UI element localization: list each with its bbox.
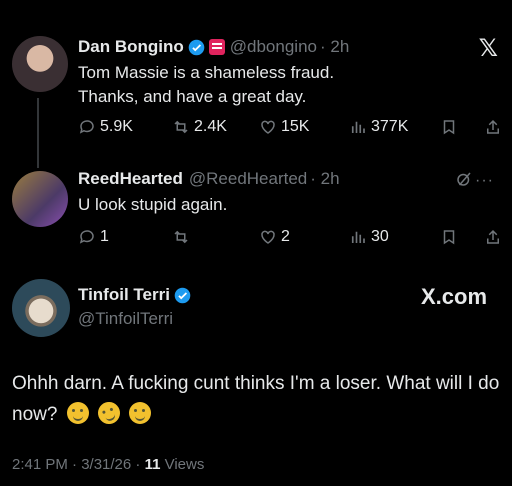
views-button[interactable]: 30: [349, 228, 389, 246]
tweet3-header: Tinfoil Terri: [78, 285, 191, 305]
tweet3-timestamp[interactable]: 2:41 PM · 3/31/26 ·: [12, 456, 140, 473]
tweet1-line2: Thanks, and have a great day.: [78, 87, 307, 106]
joy-emoji-icon: [129, 402, 152, 424]
thread-line: [37, 98, 39, 168]
tweet2-body: U look stupid again.: [78, 195, 228, 214]
tweet3-handle-row: @TinfoilTerri: [78, 309, 173, 329]
repost-button[interactable]: [172, 228, 190, 246]
tweet1-author-name[interactable]: Dan Bongino: [78, 37, 184, 57]
repost-icon: [174, 120, 188, 134]
repost-icon: [174, 230, 188, 244]
like-count: 2: [281, 228, 290, 245]
avatar-tinfoil-terri[interactable]: [12, 279, 70, 337]
xcom-watermark: X.com: [421, 284, 488, 309]
bookmark-icon: [443, 120, 455, 135]
more-options-icon[interactable]: ···: [475, 172, 494, 190]
reply-icon: [79, 120, 94, 134]
views-button[interactable]: 377K: [349, 118, 408, 136]
government-badge-icon: [208, 39, 225, 55]
tweet3-views-count: 11: [144, 456, 161, 473]
tweet2-header: ReedHearted @ReedHearted · 2h: [78, 169, 340, 189]
like-button[interactable]: 15K: [259, 118, 309, 136]
views-icon: [351, 121, 365, 133]
views-count: 377K: [371, 118, 409, 135]
avatar-dan-bongino[interactable]: [12, 36, 68, 92]
reply-count: 5.9K: [100, 118, 133, 135]
tweet2-author-name[interactable]: ReedHearted: [78, 169, 183, 189]
reply-count: 1: [100, 228, 109, 245]
views-count: 30: [371, 228, 389, 245]
tweet3-body: Ohhh darn. A fucking cunt thinks I'm a l…: [12, 368, 502, 430]
share-button[interactable]: [484, 118, 502, 136]
verified-badge-icon: [188, 39, 205, 55]
avatar-reedhearted[interactable]: [12, 171, 68, 227]
tweet3-author-name[interactable]: Tinfoil Terri: [78, 285, 170, 305]
tweet2-time[interactable]: · 2h: [310, 169, 339, 189]
tweet1-time[interactable]: · 2h: [320, 37, 349, 57]
grok-icon[interactable]: [455, 170, 473, 188]
tweet3-views-label: Views: [164, 456, 205, 473]
bookmark-button[interactable]: [440, 118, 458, 136]
tweet3-handle[interactable]: @TinfoilTerri: [78, 309, 173, 329]
repost-button[interactable]: 2.4K: [172, 118, 227, 136]
tweet3-meta: 2:41 PM · 3/31/26 · 11 Views: [12, 456, 204, 473]
reply-button[interactable]: 1: [78, 228, 109, 246]
x-logo-icon[interactable]: 𝕏: [479, 34, 498, 63]
heart-icon: [261, 120, 275, 134]
share-icon: [487, 119, 499, 134]
tweet2-handle[interactable]: @ReedHearted: [189, 169, 307, 189]
tweet1-handle[interactable]: @dbongino: [230, 37, 317, 57]
grinning-emoji-icon: [66, 402, 89, 424]
share-icon: [487, 229, 499, 244]
tweet1-body: Tom Massie is a shameless fraud. Thanks,…: [78, 61, 334, 109]
like-button[interactable]: 2: [259, 228, 290, 246]
verified-badge-icon: [174, 287, 191, 303]
heart-icon: [261, 230, 275, 244]
views-icon: [351, 231, 365, 243]
repost-count: 2.4K: [194, 118, 227, 135]
reply-button[interactable]: 5.9K: [78, 118, 133, 136]
tweet1-line1: Tom Massie is a shameless fraud.: [78, 63, 335, 82]
bookmark-icon: [443, 230, 455, 245]
bookmark-button[interactable]: [440, 228, 458, 246]
share-button[interactable]: [484, 228, 502, 246]
like-count: 15K: [281, 118, 310, 135]
reply-icon: [79, 230, 94, 244]
tweet1-header: Dan Bongino @dbongino · 2h: [78, 37, 349, 57]
rofl-emoji-icon: [94, 398, 124, 428]
